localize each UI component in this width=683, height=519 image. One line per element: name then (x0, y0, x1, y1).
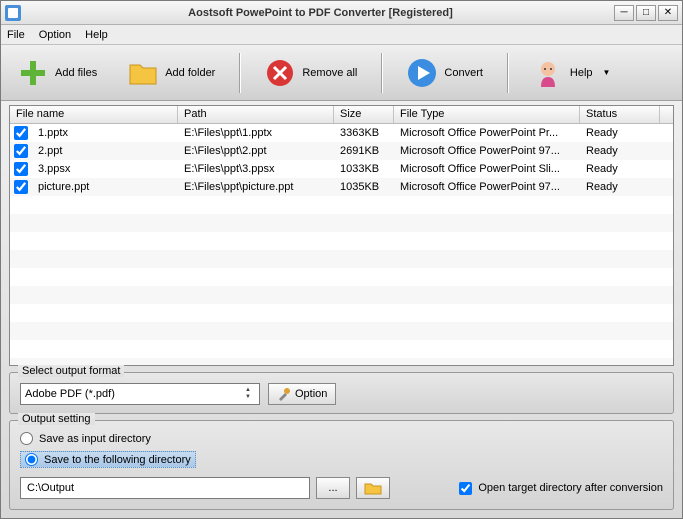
save-as-input-radio[interactable]: Save as input directory (20, 432, 663, 445)
open-after-checkbox[interactable]: Open target directory after conversion (459, 482, 663, 495)
browse-button[interactable]: ... (316, 477, 350, 499)
close-button[interactable]: ✕ (658, 5, 678, 21)
open-folder-button[interactable] (356, 477, 390, 499)
row-checkbox[interactable] (14, 180, 28, 194)
add-files-button[interactable]: Add files (11, 53, 103, 93)
plus-icon (17, 57, 49, 89)
table-row[interactable]: 3.ppsxE:\Files\ppt\3.ppsx1033KBMicrosoft… (10, 160, 673, 178)
convert-button[interactable]: Convert (400, 53, 489, 93)
format-select[interactable]: Adobe PDF (*.pdf) ▲▼ (20, 383, 260, 405)
column-size[interactable]: Size (334, 106, 394, 123)
window-controls: ─ □ ✕ (614, 5, 678, 21)
column-type[interactable]: File Type (394, 106, 580, 123)
option-button[interactable]: Option (268, 383, 336, 405)
app-icon (5, 5, 21, 21)
toolbar-separator (507, 53, 508, 93)
output-path-input[interactable] (20, 477, 310, 499)
list-body[interactable]: 1.pptxE:\Files\ppt\1.pptx3363KBMicrosoft… (10, 124, 673, 365)
table-row[interactable]: picture.pptE:\Files\ppt\picture.ppt1035K… (10, 178, 673, 196)
table-row[interactable]: 2.pptE:\Files\ppt\2.ppt2691KBMicrosoft O… (10, 142, 673, 160)
help-button[interactable]: Help ▼ (526, 53, 617, 93)
add-folder-button[interactable]: Add folder (121, 53, 221, 93)
menubar: File Option Help (1, 25, 682, 45)
save-following-radio[interactable]: Save to the following directory (20, 451, 196, 468)
file-list: File name Path Size File Type Status 1.p… (9, 105, 674, 366)
format-legend: Select output format (18, 365, 124, 377)
play-icon (406, 57, 438, 89)
row-checkbox[interactable] (14, 144, 28, 158)
titlebar: Aostsoft PowePoint to PDF Converter [Reg… (1, 1, 682, 25)
column-status[interactable]: Status (580, 106, 660, 123)
main-window: Aostsoft PowePoint to PDF Converter [Reg… (0, 0, 683, 519)
column-path[interactable]: Path (178, 106, 334, 123)
window-title: Aostsoft PowePoint to PDF Converter [Reg… (27, 7, 614, 19)
spinner-icon: ▲▼ (241, 387, 255, 401)
menu-help[interactable]: Help (85, 29, 108, 41)
wrench-icon (277, 387, 291, 401)
help-icon (532, 57, 564, 89)
format-panel: Select output format Adobe PDF (*.pdf) ▲… (9, 372, 674, 414)
minimize-button[interactable]: ─ (614, 5, 634, 21)
folder-open-icon (364, 481, 382, 495)
chevron-down-icon: ▼ (603, 68, 611, 77)
toolbar: Add files Add folder Remove all Convert (1, 45, 682, 101)
maximize-button[interactable]: □ (636, 5, 656, 21)
list-header: File name Path Size File Type Status (10, 106, 673, 124)
row-checkbox[interactable] (14, 126, 28, 140)
row-checkbox[interactable] (14, 162, 28, 176)
toolbar-separator (239, 53, 240, 93)
toolbar-separator (381, 53, 382, 93)
table-row[interactable]: 1.pptxE:\Files\ppt\1.pptx3363KBMicrosoft… (10, 124, 673, 142)
output-panel: Output setting Save as input directory S… (9, 420, 674, 510)
remove-all-button[interactable]: Remove all (258, 53, 363, 93)
menu-file[interactable]: File (7, 29, 25, 41)
folder-icon (127, 57, 159, 89)
remove-icon (264, 57, 296, 89)
column-filename[interactable]: File name (10, 106, 178, 123)
menu-option[interactable]: Option (39, 29, 71, 41)
output-legend: Output setting (18, 413, 95, 425)
